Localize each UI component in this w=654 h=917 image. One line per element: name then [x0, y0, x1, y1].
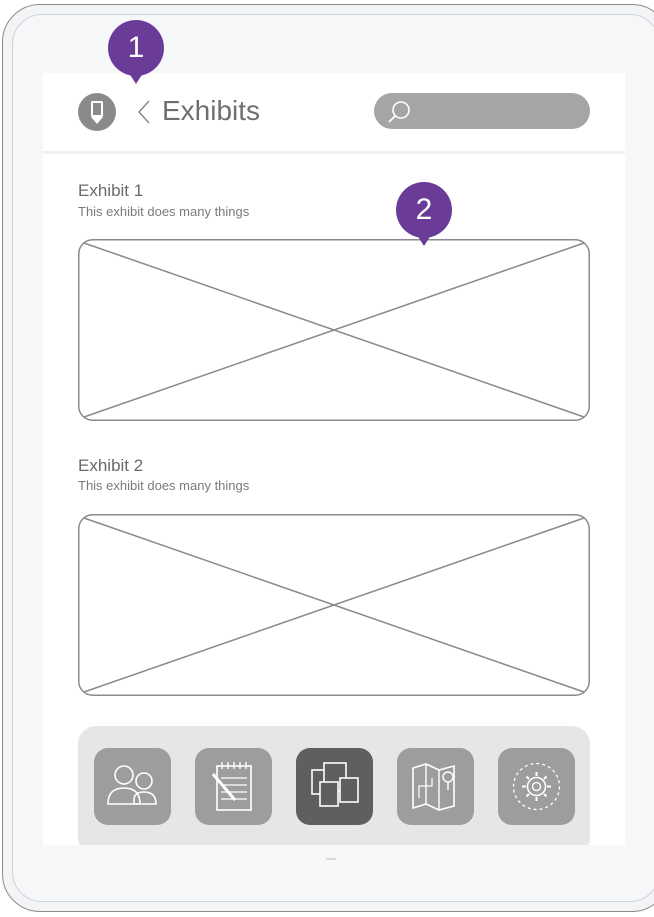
map-icon — [412, 763, 455, 811]
annotation-callout-1: 1 — [108, 20, 164, 84]
settings-icon — [512, 762, 561, 811]
dock-clip — [43, 726, 625, 845]
search-icon — [388, 101, 410, 123]
page-title: Exhibits — [162, 95, 261, 126]
header-bar: Exhibits — [43, 73, 625, 151]
dock-people-button[interactable] — [94, 748, 171, 825]
bottom-dock — [78, 726, 590, 845]
app-logo-icon — [78, 93, 116, 131]
dock-map-button[interactable] — [397, 748, 474, 825]
people-icon — [107, 765, 157, 805]
home-indicator[interactable] — [326, 858, 336, 860]
exhibit-1-title[interactable]: Exhibit 1 — [78, 181, 143, 201]
exhibit-1-description: This exhibit does many things — [78, 204, 250, 219]
exhibit-2-image-placeholder[interactable] — [78, 514, 590, 696]
gallery-icon — [311, 762, 359, 807]
exhibit-2-title[interactable]: Exhibit 2 — [78, 456, 143, 476]
search-bar[interactable] — [374, 93, 590, 129]
search-input[interactable] — [420, 98, 584, 126]
back-chevron-icon[interactable] — [134, 97, 156, 127]
exhibit-1-image-placeholder[interactable] — [78, 239, 590, 421]
dock-settings-button[interactable] — [498, 748, 575, 825]
notepad-icon — [211, 762, 252, 811]
header-divider — [43, 151, 625, 154]
dock-exhibits-button[interactable] — [296, 748, 373, 825]
dock-notes-button[interactable] — [195, 748, 272, 825]
exhibit-2-description: This exhibit does many things — [78, 478, 250, 493]
annotation-callout-2: 2 — [396, 182, 452, 246]
